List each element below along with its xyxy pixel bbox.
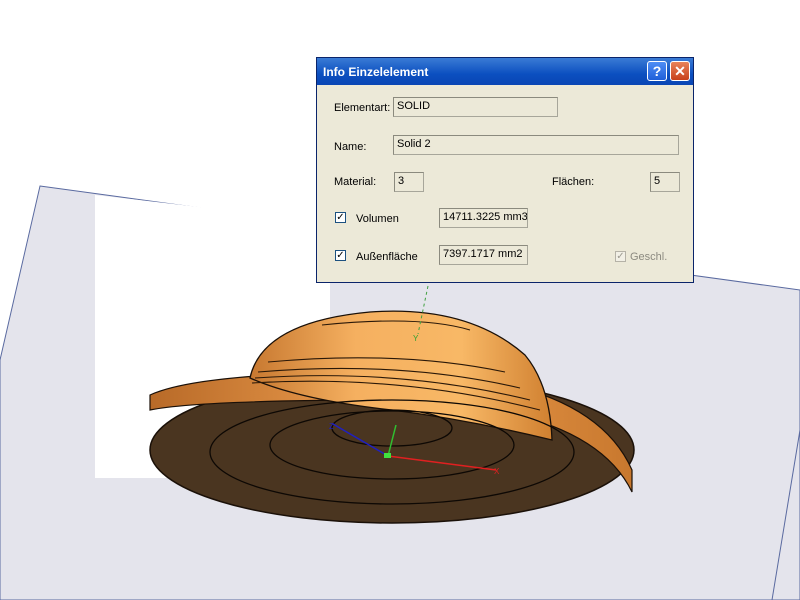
dialog-titlebar[interactable]: Info Einzelelement ? ✕: [317, 58, 693, 85]
material-field: 3: [394, 172, 424, 192]
element-type-field: SOLID: [393, 97, 558, 117]
material-label: Material:: [334, 176, 377, 188]
faces-label: Flächen:: [552, 176, 595, 188]
close-icon[interactable]: ✕: [670, 61, 690, 81]
volume-checkbox[interactable]: ✓: [335, 212, 346, 223]
surface-checkbox[interactable]: ✓: [335, 250, 346, 261]
origin-marker: [384, 453, 391, 458]
closed-checkbox: ✓: [615, 251, 626, 262]
element-type-label: Elementart:: [334, 102, 391, 114]
surface-label: Außenfläche: [356, 251, 418, 263]
y-axis-label: Y: [413, 334, 419, 343]
name-label: Name:: [334, 141, 367, 153]
x-axis-label: X: [494, 467, 500, 476]
surface-field: 7397.1717 mm2: [439, 245, 528, 265]
closed-label: Geschl.: [630, 251, 668, 263]
z-axis-label: Z: [329, 422, 334, 431]
help-icon[interactable]: ?: [647, 61, 667, 81]
dialog-title: Info Einzelelement: [323, 65, 429, 79]
info-dialog: Info Einzelelement ? ✕ Elementart: SOLID…: [316, 57, 694, 283]
faces-field: 5: [650, 172, 680, 192]
volume-field: 14711.3225 mm3: [439, 208, 528, 228]
name-field: Solid 2: [393, 135, 679, 155]
volume-label: Volumen: [356, 213, 399, 225]
